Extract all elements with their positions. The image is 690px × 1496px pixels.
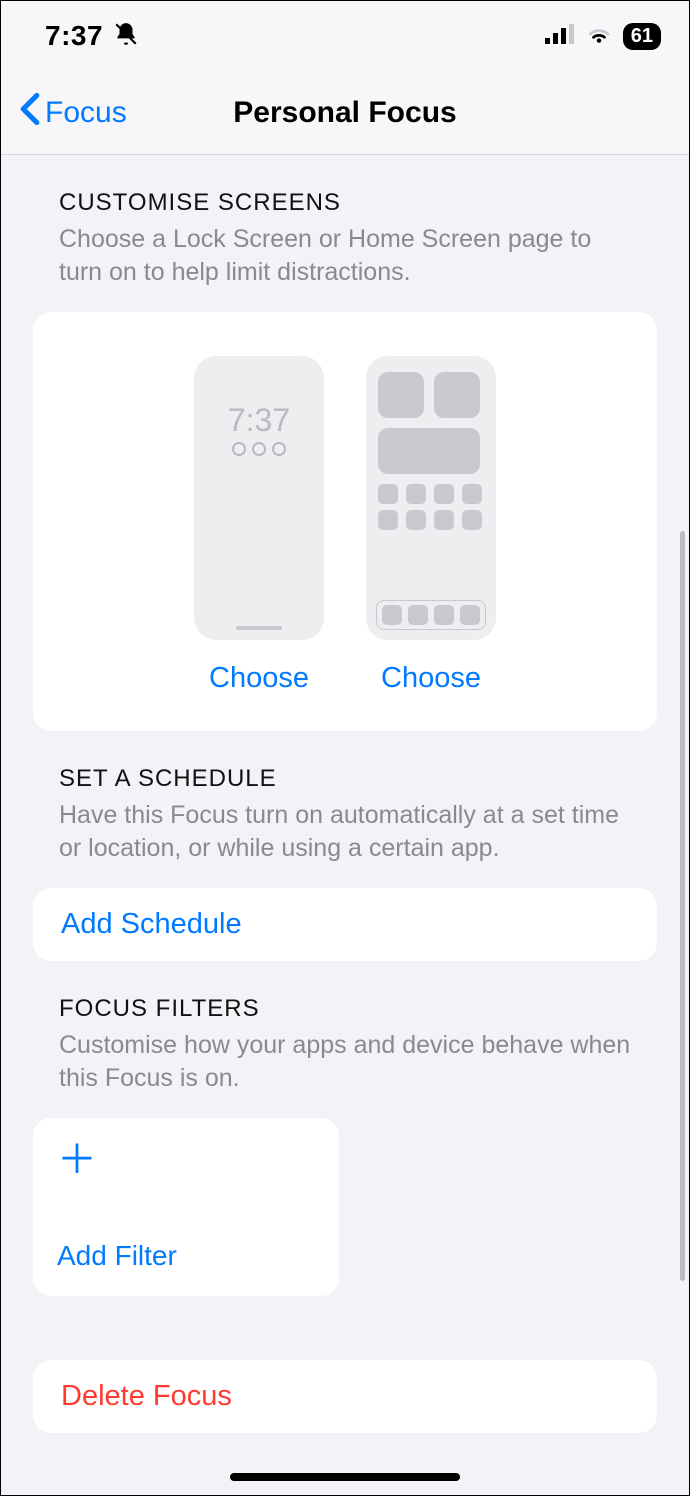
back-label: Focus xyxy=(45,96,127,130)
cellular-icon xyxy=(545,24,575,49)
battery-icon: 61 xyxy=(623,23,661,50)
add-filter-card[interactable]: ＋ Add Filter xyxy=(33,1118,339,1296)
delete-focus-label: Delete Focus xyxy=(61,1380,232,1412)
filters-desc: Customise how your apps and device behav… xyxy=(59,1029,631,1094)
home-screen-option[interactable]: Choose xyxy=(366,356,496,695)
home-indicator[interactable] xyxy=(230,1473,460,1481)
battery-level: 61 xyxy=(631,25,653,47)
schedule-title: SET A SCHEDULE xyxy=(59,765,631,793)
wifi-icon xyxy=(585,23,613,50)
schedule-desc: Have this Focus turn on automatically at… xyxy=(59,799,631,864)
settings-personal-focus-screen: 7:37 61 Focus Personal Focus CUST xyxy=(0,0,690,1496)
plus-icon: ＋ xyxy=(57,1140,315,1180)
add-filter-label: Add Filter xyxy=(57,1240,315,1272)
home-screen-preview xyxy=(366,356,496,640)
section-header-filters: FOCUS FILTERS Customise how your apps an… xyxy=(1,961,689,1104)
status-bar: 7:37 61 xyxy=(1,1,689,71)
chevron-left-icon xyxy=(19,92,41,134)
choose-home-button[interactable]: Choose xyxy=(381,662,481,695)
nav-bar: Focus Personal Focus xyxy=(1,71,689,155)
section-header-schedule: SET A SCHEDULE Have this Focus turn on a… xyxy=(1,731,689,874)
lock-preview-time: 7:37 xyxy=(194,402,324,439)
choose-lock-button[interactable]: Choose xyxy=(209,662,309,695)
section-header-customise: CUSTOMISE SCREENS Choose a Lock Screen o… xyxy=(1,155,689,298)
lock-screen-preview: 7:37 xyxy=(194,356,324,640)
content[interactable]: CUSTOMISE SCREENS Choose a Lock Screen o… xyxy=(1,155,689,1473)
delete-focus-row[interactable]: Delete Focus xyxy=(33,1360,657,1433)
silent-icon xyxy=(113,21,139,52)
lock-preview-dots xyxy=(194,442,324,456)
add-schedule-row[interactable]: Add Schedule xyxy=(33,888,657,961)
back-button[interactable]: Focus xyxy=(1,92,127,134)
filters-title: FOCUS FILTERS xyxy=(59,995,631,1023)
lock-screen-option[interactable]: 7:37 Choose xyxy=(194,356,324,695)
customise-screens-card: 7:37 Choose Choose xyxy=(33,312,657,731)
customise-title: CUSTOMISE SCREENS xyxy=(59,189,631,217)
status-time: 7:37 xyxy=(45,20,103,52)
customise-desc: Choose a Lock Screen or Home Screen page… xyxy=(59,223,631,288)
add-schedule-label: Add Schedule xyxy=(61,908,242,940)
scroll-indicator[interactable] xyxy=(680,531,685,1281)
